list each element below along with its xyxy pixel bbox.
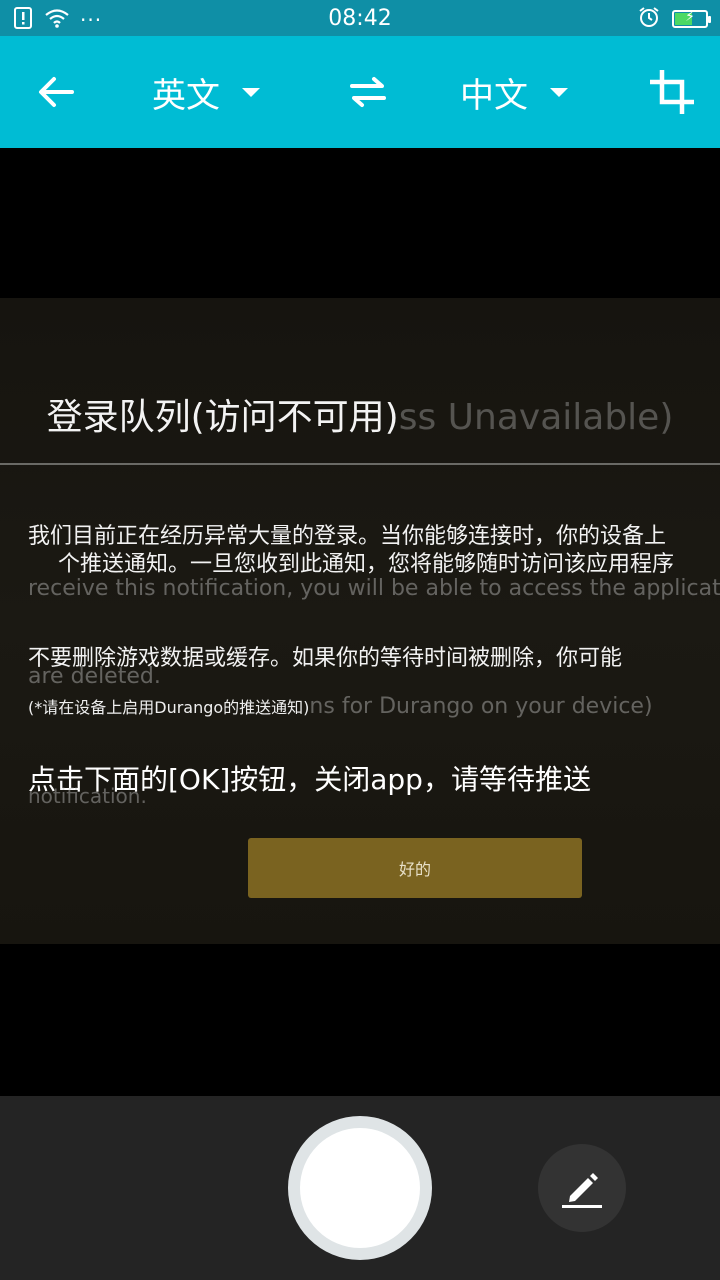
source-language-dropdown[interactable]: 英文 (152, 36, 260, 148)
arrow-left-icon (39, 77, 74, 107)
status-right-icons: ⚡ (638, 6, 711, 32)
text-line-5: are deleted. (28, 664, 161, 689)
back-button[interactable] (36, 36, 76, 148)
target-language-label: 中文 (460, 75, 528, 116)
swap-languages-button[interactable] (348, 36, 388, 148)
captured-screen: 登录队列(访问不可用)ss Unavailable) 我们目前正在经历异常大量的… (0, 298, 720, 944)
shutter-button[interactable] (288, 1116, 432, 1260)
status-time: 08:42 (328, 6, 392, 31)
text-line-2: 个推送通知。一旦您收到此通知，您将能够随时访问该应用程序 (58, 552, 675, 577)
pencil-icon (562, 1173, 602, 1208)
alarm-icon (638, 6, 660, 32)
title-original: ss Unavailable) (398, 397, 674, 438)
source-language-label: 英文 (152, 75, 220, 116)
ok-button: 好的 (248, 838, 582, 898)
text-line-6: (*请在设备上启用Durango的推送通知)ns for Durango on … (28, 694, 653, 719)
title-overlay: 登录队列(访问不可用) (46, 397, 399, 438)
status-bar: ··· 08:42 ⚡ (0, 0, 720, 36)
target-language-dropdown[interactable]: 中文 (460, 36, 568, 148)
shutter-inner (300, 1128, 420, 1248)
line-6-overlay: (*请在设备上启用Durango的推送通知) (28, 698, 310, 717)
top-toolbar: 英文 中文 (0, 36, 720, 148)
dialog-title: 登录队列(访问不可用)ss Unavailable) (0, 388, 720, 440)
text-line-8: notification. (28, 784, 147, 808)
crop-icon (650, 70, 694, 114)
crop-button[interactable] (650, 36, 694, 148)
charging-icon: ⚡ (685, 9, 695, 25)
edit-text-button[interactable] (538, 1144, 626, 1232)
title-divider (0, 463, 720, 465)
swap-icon (350, 77, 386, 107)
line-6-original: ns for Durango on your device) (309, 694, 653, 719)
caret-down-icon (242, 87, 260, 97)
bottom-bar (0, 1096, 720, 1280)
camera-preview: 登录队列(访问不可用)ss Unavailable) 我们目前正在经历异常大量的… (0, 148, 720, 1096)
caret-down-icon (550, 87, 568, 97)
battery-icon: ⚡ (672, 9, 711, 28)
text-line-3: receive this notification, you will be a… (28, 576, 720, 601)
